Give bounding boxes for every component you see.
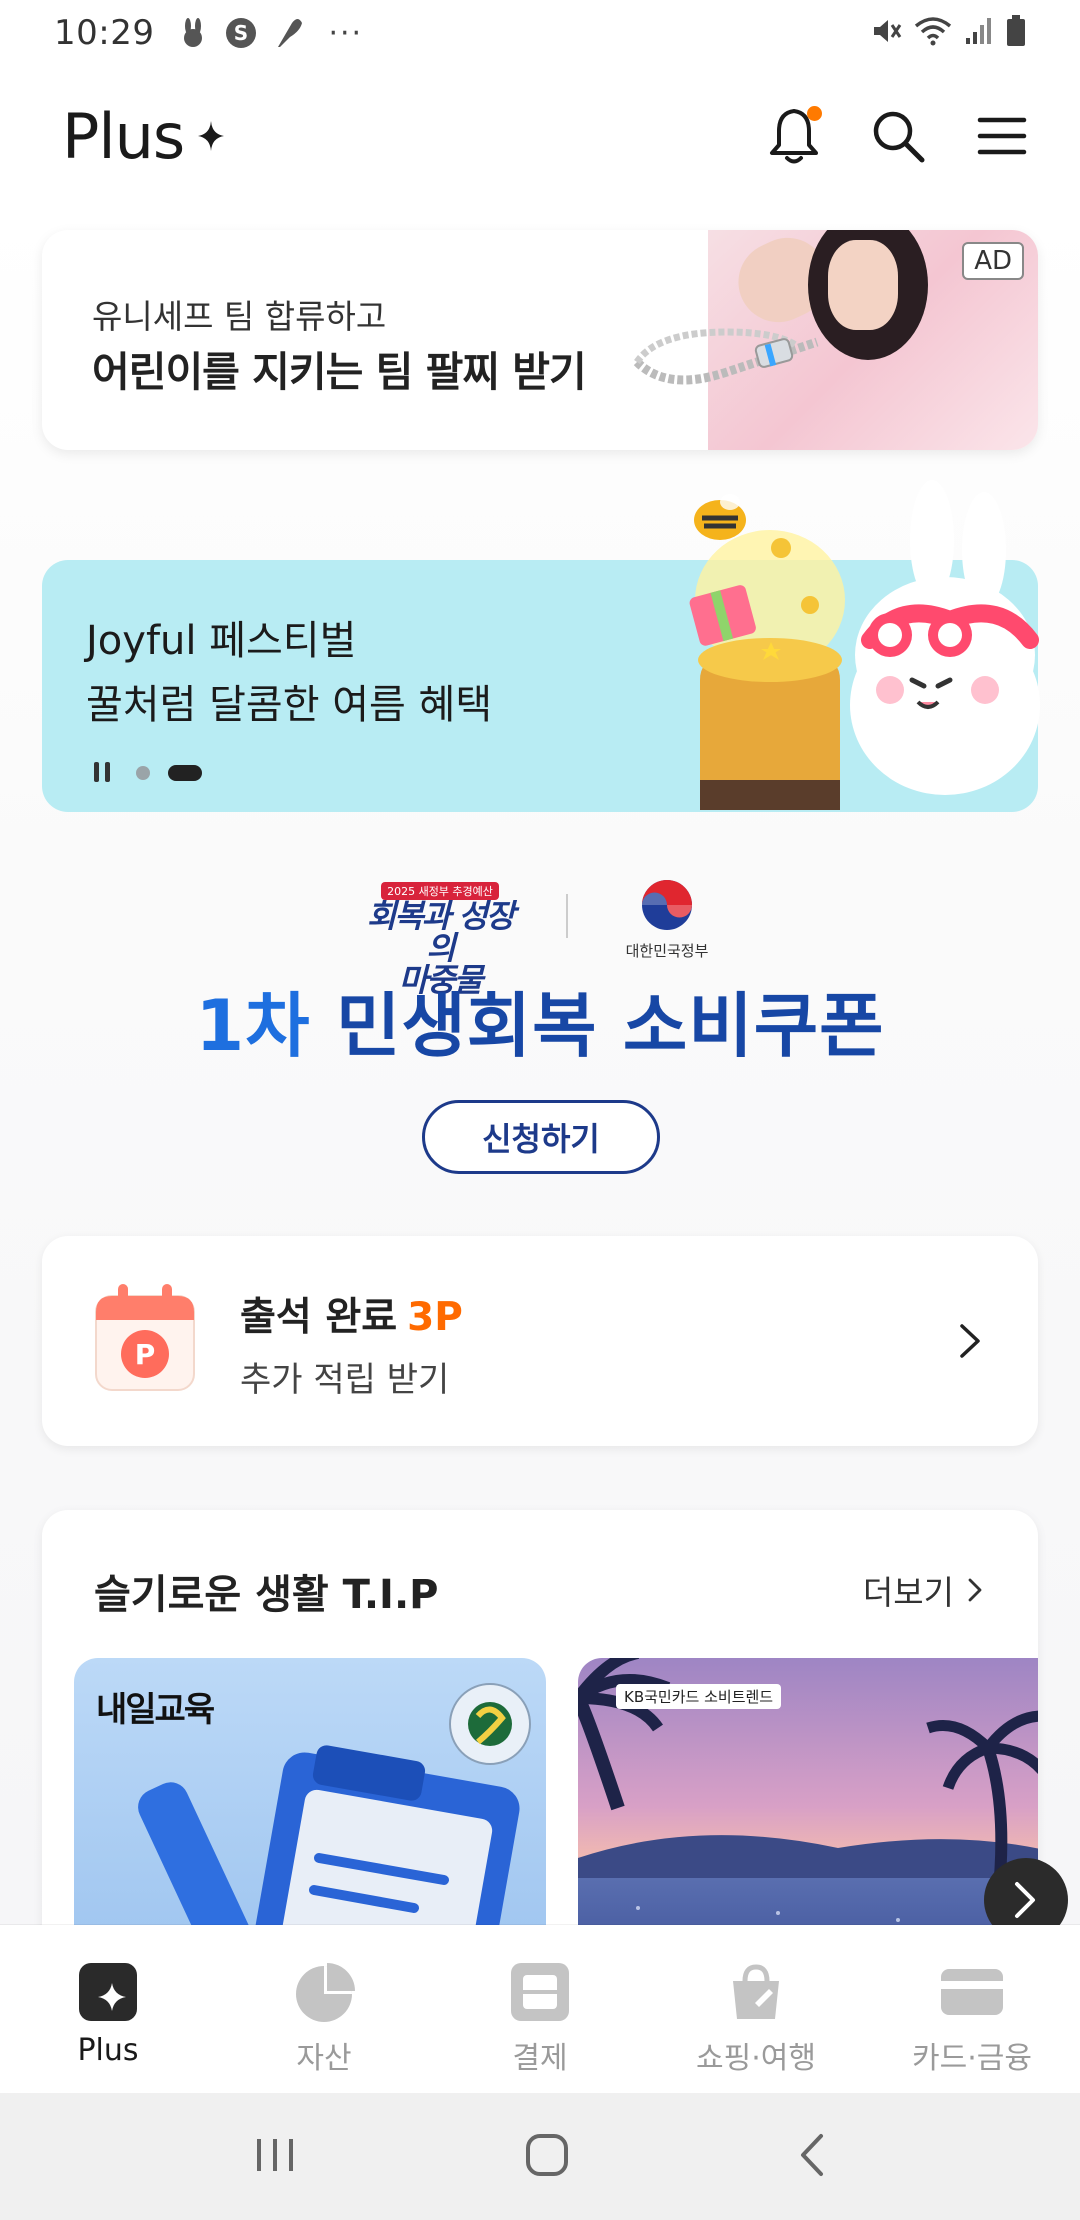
attendance-title: 출석 완료 3P	[240, 1286, 463, 1342]
back-icon	[800, 2133, 823, 2176]
recent-apps-icon	[257, 2138, 294, 2171]
government-name: 대한민국정부	[625, 942, 709, 960]
plus-logo[interactable]: Plus	[62, 99, 225, 173]
more-notifications-icon: ···	[328, 15, 364, 51]
government-logo: 대한민국정부	[622, 878, 712, 961]
s-app-icon: S	[224, 16, 258, 50]
nav-item-plus[interactable]: Plus	[0, 1925, 216, 2093]
nav-label: 카드·금융	[912, 2041, 1032, 2076]
festival-line2: 꿀처럼 달콤한 여름 혜택	[86, 682, 493, 728]
signal-icon	[964, 16, 994, 50]
attendance-points: 3P	[407, 1295, 463, 1340]
ad-title: 어린이를 지키는 팀 팔찌 받기	[92, 348, 587, 396]
chevron-right-icon	[960, 1324, 980, 1358]
plus-home-icon	[79, 1963, 137, 2021]
sparkle-icon	[198, 121, 225, 155]
nav-item-card-finance[interactable]: 카드·금융	[864, 1925, 1080, 2093]
tip-card-label: KB국민카드 소비트렌드	[616, 1684, 782, 1709]
bottom-navigation: Plus 자산 결제 쇼핑·여행 카드·금융	[0, 1925, 1080, 2093]
logo-divider	[566, 894, 568, 938]
carousel-controls	[94, 762, 202, 784]
carousel-dot[interactable]	[136, 766, 150, 780]
hamburger-menu-icon	[977, 117, 1027, 155]
tip-more-label: 더보기	[862, 1573, 954, 1612]
attendance-subtitle: 추가 적립 받기	[240, 1360, 450, 1400]
logo-text: Plus	[62, 99, 185, 173]
calendar-icon-letter: P	[135, 1338, 156, 1371]
festival-line1: Joyful 페스티벌	[86, 618, 357, 664]
coupon-title-text: 민생회복 소비쿠폰	[310, 985, 885, 1067]
home-button[interactable]	[524, 2132, 570, 2182]
system-navigation-bar	[0, 2093, 1080, 2220]
nav-label: Plus	[77, 2033, 139, 2068]
header-actions	[764, 106, 1032, 166]
honey-rabbit-illustration	[689, 480, 1040, 810]
search-icon	[873, 111, 925, 163]
chevron-right-icon	[1015, 1882, 1035, 1918]
status-bar: 10:29 S ···	[0, 0, 1080, 66]
scan-icon	[511, 1963, 569, 2021]
search-button[interactable]	[868, 106, 928, 166]
status-system-icons	[870, 15, 1026, 51]
svg-text:S: S	[234, 21, 248, 45]
tip-more-link[interactable]: 더보기	[863, 1566, 982, 1614]
apply-button[interactable]: 신청하기	[422, 1100, 660, 1174]
ad-subtitle: 유니세프 팀 합류하고	[92, 297, 387, 336]
tip-heading: 슬기로운 생활 T.I.P	[94, 1572, 439, 1618]
notification-button[interactable]	[764, 106, 824, 166]
pause-icon[interactable]	[94, 762, 118, 784]
attendance-title-text: 출석 완료	[240, 1295, 398, 1340]
attendance-card[interactable]: P 출석 완료 3P 추가 적립 받기	[42, 1236, 1038, 1446]
nav-item-shopping-travel[interactable]: 쇼핑·여행	[648, 1925, 864, 2093]
ad-badge: AD	[962, 242, 1024, 280]
coupon-slogan-line1: 회복과 성장의	[366, 897, 515, 967]
nav-label: 쇼핑·여행	[696, 2041, 816, 2076]
coupon-title: 1차 민생회복 소비쿠폰	[0, 970, 1080, 1071]
life-tip-card: 슬기로운 생활 T.I.P 더보기 내일교육 KB국민카드 소비트렌드	[42, 1510, 1038, 1990]
credit-card-icon	[941, 1969, 1003, 2015]
shopping-bag-icon	[733, 1964, 779, 2019]
status-time: 10:29	[54, 13, 155, 53]
nav-label: 결제	[512, 2041, 568, 2076]
back-button[interactable]	[797, 2132, 827, 2182]
mute-icon	[870, 15, 902, 51]
feather-app-icon	[272, 16, 306, 50]
calendar-points-icon: P	[95, 1284, 195, 1391]
taegeuk-emblem-icon	[642, 880, 692, 930]
coupon-title-number: 1차	[195, 985, 311, 1067]
nav-label: 자산	[296, 2041, 352, 2076]
recent-apps-button[interactable]	[253, 2135, 297, 2179]
wifi-icon	[914, 16, 952, 50]
menu-button[interactable]	[972, 106, 1032, 166]
consumption-coupon-section: 2025 새정부 추경예산 회복과 성장의 마중물 대한민국정부 1차 민생회복…	[0, 860, 1080, 1190]
bracelet-image	[633, 328, 819, 385]
chevron-right-icon	[968, 1578, 982, 1602]
nav-item-assets[interactable]: 자산	[216, 1925, 432, 2093]
notification-dot	[807, 106, 822, 121]
app-header: Plus	[0, 66, 1080, 206]
nav-item-payment[interactable]: 결제	[432, 1925, 648, 2093]
ad-banner[interactable]: 유니세프 팀 합류하고 어린이를 지키는 팀 팔찌 받기 AD	[42, 230, 1038, 450]
rabbit-app-icon	[176, 16, 210, 50]
home-icon	[525, 2133, 568, 2176]
pie-chart-icon	[296, 1963, 355, 2022]
battery-icon	[1006, 15, 1026, 51]
status-notification-icons: S ···	[176, 16, 363, 51]
ad-face-shape	[828, 240, 898, 330]
carousel-dot-active[interactable]	[168, 765, 202, 781]
